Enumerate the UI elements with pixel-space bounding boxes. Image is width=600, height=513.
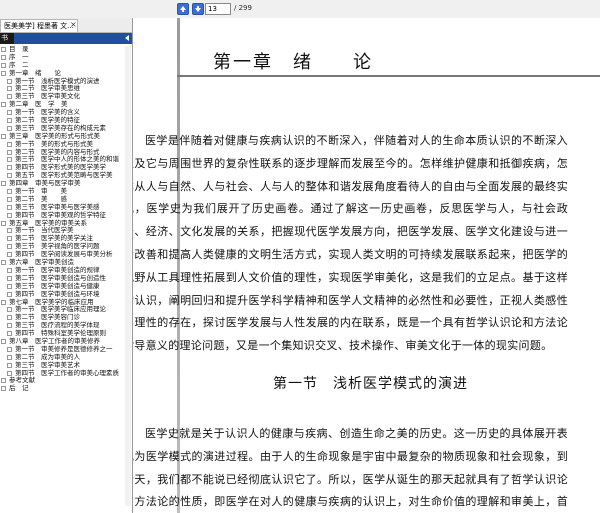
bookmark-item-label: 第四节 医学审美创造与环境 [15,289,100,298]
close-icon[interactable]: × [70,19,77,31]
bookmark-node-icon [7,252,12,258]
bookmark-item-label: 第三节 医疗流程的美学体现 [15,321,100,330]
document-tab-label: 医美美学] 程墨著 文... [4,22,74,30]
bookmark-node-icon [7,283,12,289]
bookmark-node-icon [7,86,12,92]
bookmark-item-label: 第三节 医学审美艺术 [15,360,80,369]
bookmark-node-icon [7,125,12,131]
bookmark-node-icon [1,102,6,108]
bookmark-item-label: 第一节 审 美 [15,187,67,196]
bookmark-node-icon [7,354,12,360]
bookmark-node-icon [7,149,12,155]
bookmark-item-label: 后 记 [9,384,29,393]
page-number-input[interactable] [205,3,231,15]
collapse-panel-icon[interactable] [125,35,129,41]
bookmark-item-label: 第三节 医学审美与医学美感 [15,202,100,211]
bookmark-node-icon [7,204,12,210]
toolbar: / 299 [0,0,600,19]
bookmark-node-icon [1,47,6,52]
bookmark-node-icon [1,54,6,60]
bookmark-item-label: 第二节 成为审美的人 [15,352,80,361]
bookmark-item-label: 序 二 [9,60,29,69]
bookmark-node-icon [7,275,12,281]
bookmark-node-icon [7,118,12,124]
bookmark-item-label: 目 录 [9,45,29,53]
scrollbar[interactable] [125,46,131,506]
bookmark-node-icon [7,331,12,337]
section-title: 第一节 浅析医学模式的演进 [273,376,468,392]
bookmark-item-label: 第一节 医学美的含义 [15,108,80,117]
bookmark-node-icon [1,181,6,187]
bookmark-item-label: 序 一 [9,52,29,61]
bookmark-node-icon [7,228,12,234]
bookmark-item-label: 第四节 医学审美观的哲学特征 [15,210,106,219]
bookmark-node-icon [7,196,12,202]
bookmark-node-icon [7,346,12,352]
bookmark-item-label: 第二节 美 感 [15,194,67,203]
bookmark-node-icon [7,189,12,195]
arrow-up-icon[interactable] [177,3,189,15]
body-paragraph: 医学史就是关于认识人的健康与疾病、创造生命之美的历史。这一历史的具体展开表现为医… [133,427,568,509]
bookmark-node-icon [7,173,12,179]
bookmark-item-label: 第二节 医学审美创造与创造性 [15,273,106,282]
bookmark-node-icon [7,78,12,84]
bookmark-node-icon [7,315,12,321]
bookmark-node-icon [7,291,12,297]
bookmark-node-icon [7,370,12,376]
bookmark-item-label: 第四章 审美与医学审美 [9,179,81,188]
body-paragraph: 医学是伴随着对健康与疾病认识的不断深入，伴随着对人的生命本质认识的不断深入以及它… [133,134,568,353]
bookmark-item-label: 第四节 特殊科室美学伦理原则 [15,329,106,338]
document-view[interactable]: 第一章 绪 论 医学是伴随着对健康与疾病认识的不断深入，伴随着对人的生命本质认识… [133,18,600,513]
bookmark-item-label: 第八章 医学工作者的审美修养 [9,336,100,345]
bookmark-tree: 目 录序 一序 二第一章 绪 论第一节 浅析医学模式的演进 第二节 医学审美思维第… [0,45,132,393]
bookmark-node-icon [1,338,6,344]
bookmark-node-icon [7,157,12,163]
title-divider [177,75,600,77]
bookmark-item-label: 第二节 医学美的特征 [15,116,80,125]
bookmark-node-icon [7,323,12,329]
bookmark-node-icon [7,267,12,273]
bookmark-item-label: 第六章 医学审美创造 [9,258,74,267]
bookmark-node-icon [1,260,6,266]
bookmark-node-icon [7,94,12,100]
page-total-label: / 299 [234,4,252,12]
bookmark-item-label: 第一节 医学审美创造的规律 [15,265,100,274]
bookmark-node-icon [7,141,12,147]
bookmark-node-icon [7,236,12,242]
bookmark-header: 书 [0,33,132,44]
bookmark-item-label: 第一节 美的形式与形式美 [15,139,93,148]
bookmark-node-icon [1,62,6,68]
bookmark-node-icon [7,110,12,116]
document-tab[interactable]: 医美美学] 程墨著 文... [0,19,78,32]
chapter-title: 第一章 绪 论 [213,52,373,73]
bookmark-node-icon [1,70,6,76]
document-tab-bar: 医美美学] 程墨著 文... × [0,18,132,33]
bookmark-node-icon [1,133,6,139]
bookmark-item-label: 第三节 医学审美创造与健康 [15,281,100,290]
bookmark-item[interactable]: 后 记 [0,384,132,393]
bookmark-node-icon [1,378,6,384]
bookmark-item-label: 第三节 医学美存在的构成元素 [15,123,106,132]
bookmark-node-icon [7,244,12,250]
bookmark-header-label: 书 [1,34,8,42]
bookmark-item-label: 第一节 审美修养是医德修养之一 [15,344,113,353]
bookmark-item-label: 第一章 绪 论 [9,68,61,77]
bookmark-node-icon [7,165,12,171]
bookmark-node-icon [1,386,6,392]
bookmark-item-label: 第三章 医学美的形式与形式美 [9,131,100,140]
bookmark-node-icon [7,362,12,368]
bookmark-node-icon [1,299,6,305]
bookmark-node-icon [7,307,12,313]
bookmark-panel: 医美美学] 程墨著 文... × 书 目 录序 一序 二第一章 绪 论第一节 浅… [0,18,133,513]
bookmark-item-label: 第四节 医学阅读发展与审美分析 [15,250,113,259]
bookmark-node-icon [1,220,6,226]
bookmark-node-icon [7,212,12,218]
arrow-down-icon[interactable] [192,3,204,15]
